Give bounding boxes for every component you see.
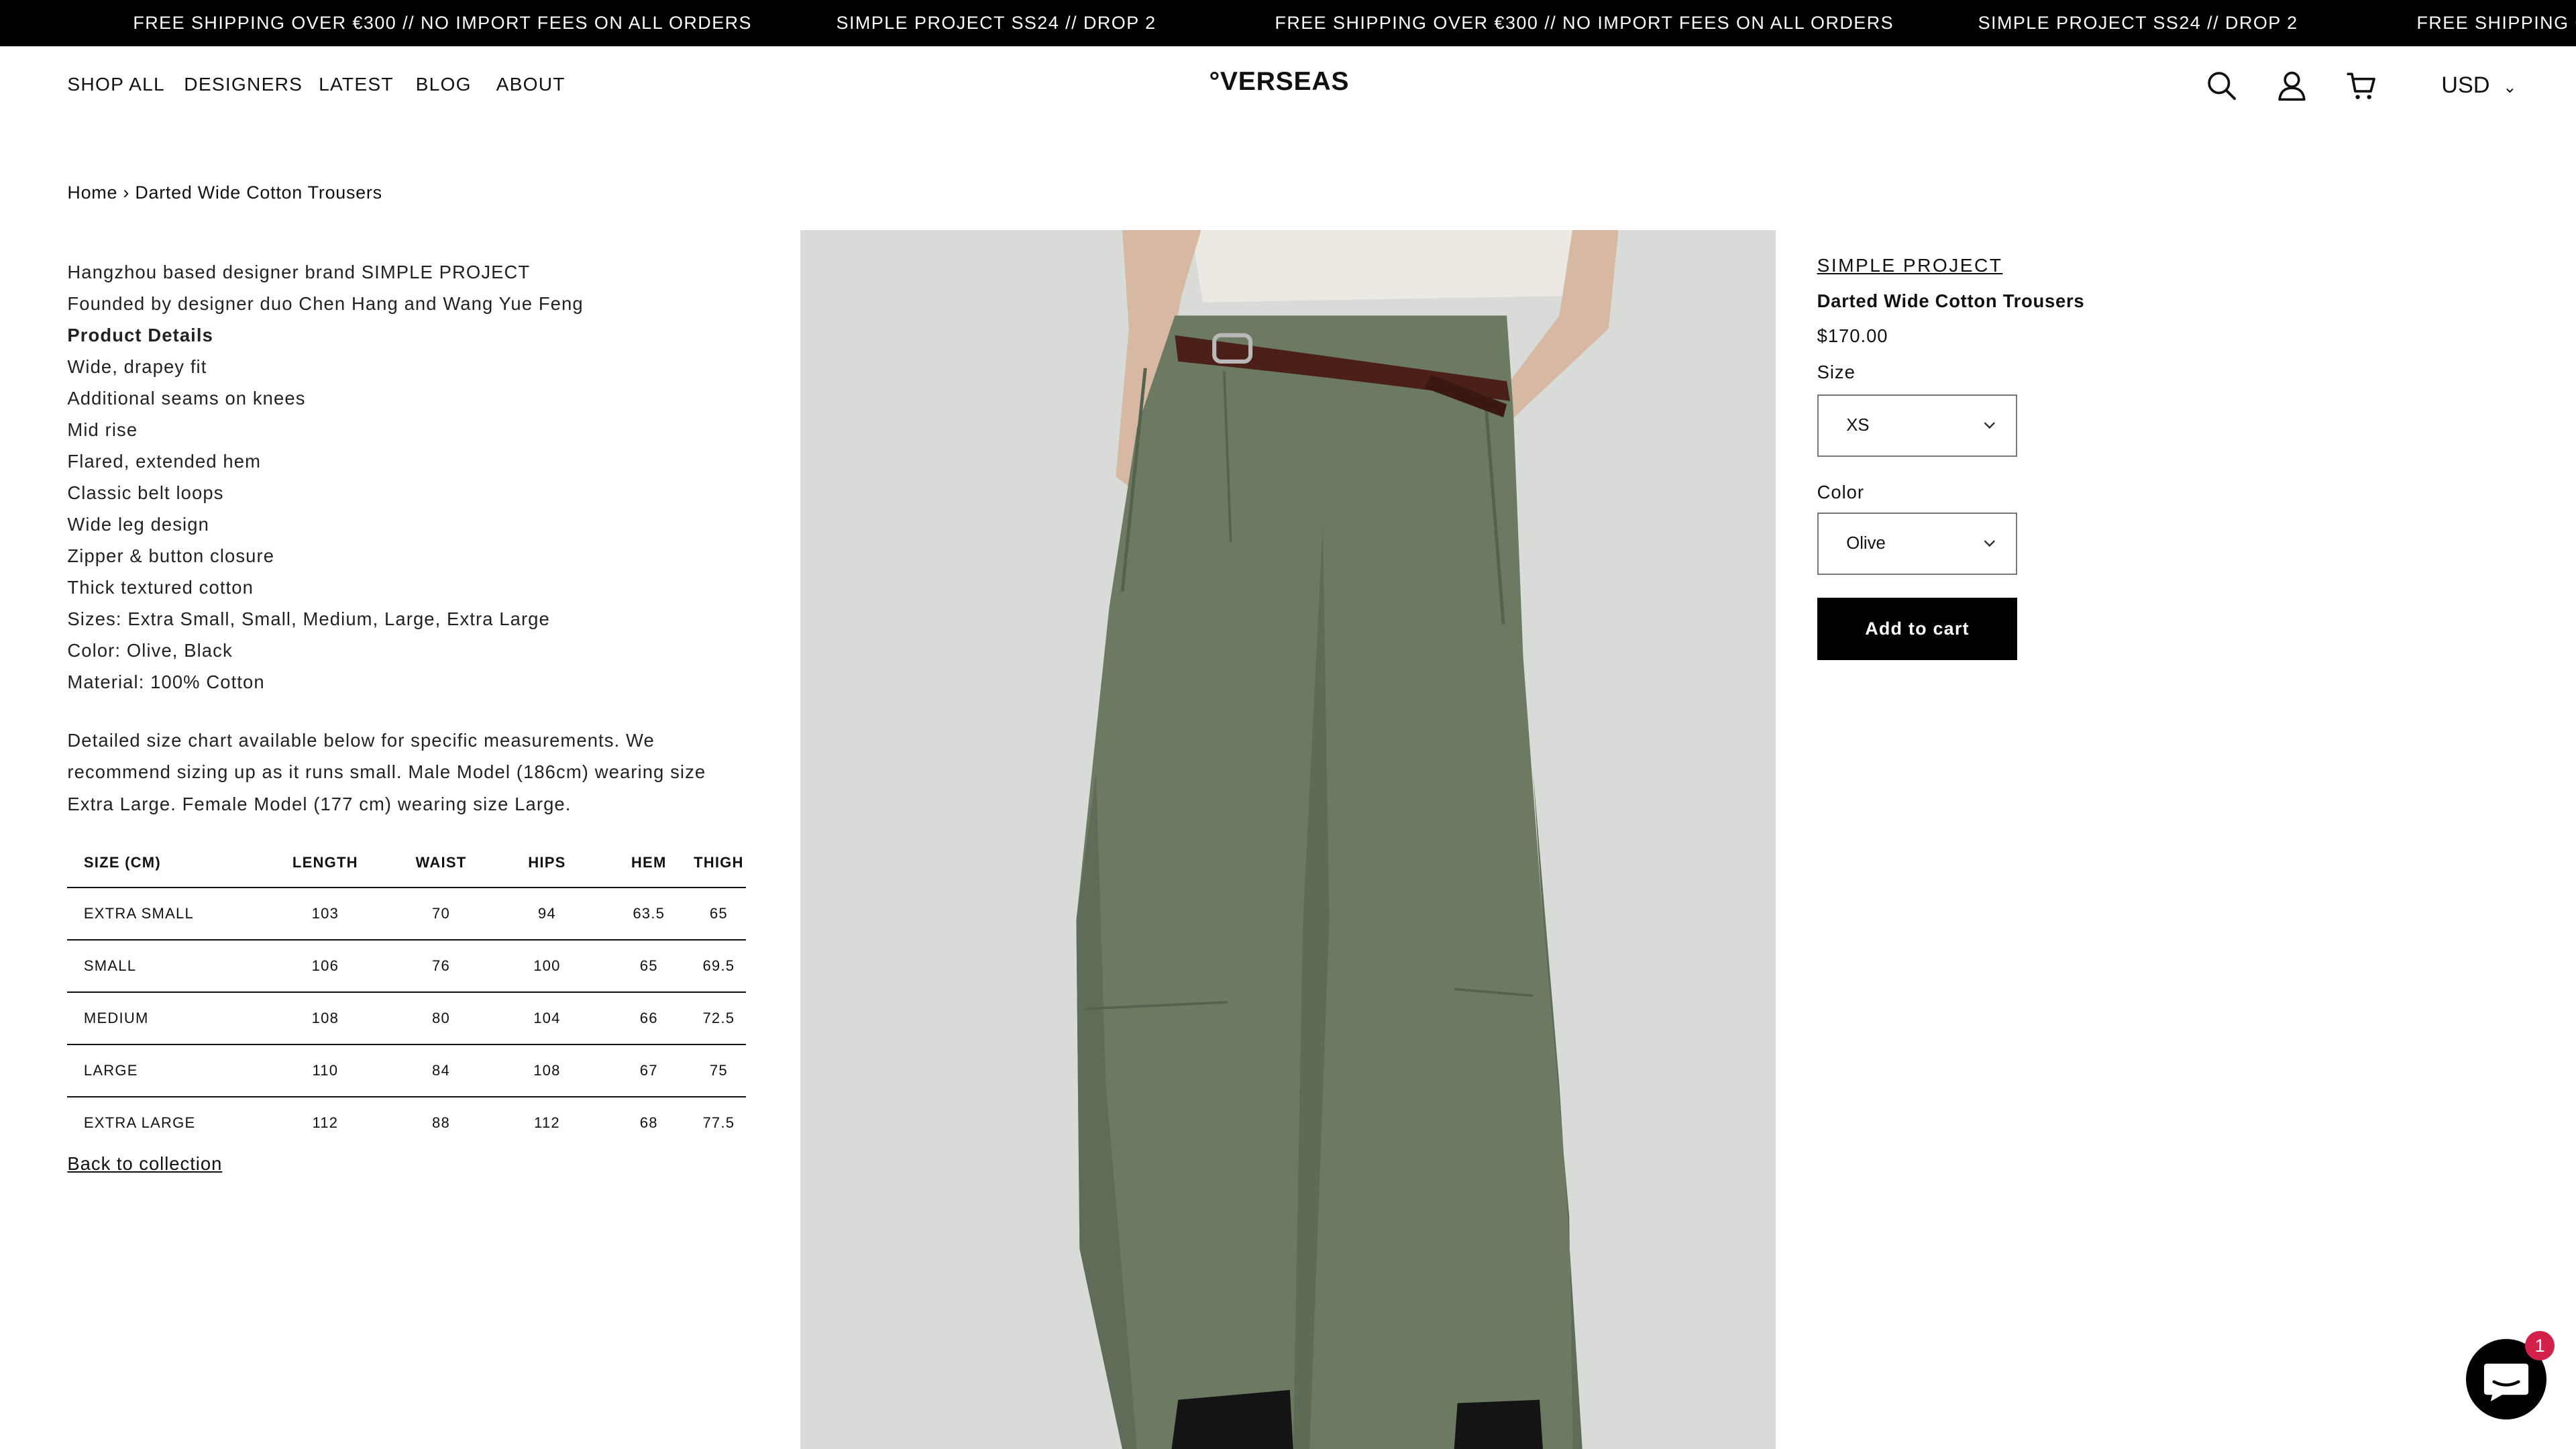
table-header: HEM [606,837,692,889]
table-cell: MEDIUM [67,992,257,1046]
table-cell: 84 [394,1044,488,1097]
size-select[interactable]: XS [1817,394,2018,457]
product-description: Hangzhou based designer brand SIMPLE PRO… [67,256,757,698]
table-cell: 63.5 [606,888,692,941]
cart-icon[interactable] [2345,69,2377,102]
description-line: Classic belt loops [67,482,224,504]
size-note: Detailed size chart available below for … [67,730,706,814]
table-cell: 103 [256,888,394,941]
table-cell: 110 [256,1044,394,1097]
description-line: Zipper & button closure [67,545,275,567]
chevron-down-icon [1984,540,1996,547]
size-select-value: XS [1846,415,1870,435]
product-brand-link[interactable]: SIMPLE PROJECT [1817,255,2003,276]
nav-latest[interactable]: LATEST [319,74,394,95]
table-cell: EXTRA LARGE [83,1114,196,1131]
table-cell: 94 [488,888,606,941]
announcement-item: SIMPLE PROJECT SS24 // DROP 2 [1978,13,2298,33]
description-line: Material: 100% Cotton [67,672,265,693]
breadcrumb-current: Darted Wide Cotton Trousers [135,182,382,203]
color-select[interactable]: Olive [1817,513,2018,576]
table-header: HIPS [488,837,606,889]
description-line: Hangzhou based designer brand SIMPLE PRO… [67,262,531,283]
table-cell: EXTRA SMALL [67,888,257,941]
table-header: THIGH [691,837,746,889]
table-cell: 68 [639,1114,658,1131]
table-row: EXTRA SMALL 103 70 94 63.5 65 [67,888,746,941]
table-cell: 108 [488,1044,606,1097]
description-line: Wide, drapey fit [67,356,207,378]
product-title: Darted Wide Cotton Trousers [1817,290,2085,312]
table-cell: 75 [691,1044,746,1097]
table-cell: 88 [432,1114,450,1131]
table-cell: LARGE [67,1044,257,1097]
table-cell: 67 [606,1044,692,1097]
table-row: SMALL 106 76 100 65 69.5 [67,940,746,994]
chevron-down-icon: ⌄ [2503,78,2517,97]
table-cell: 100 [488,940,606,994]
nav-blog[interactable]: BLOG [416,74,472,95]
breadcrumb: Home › Darted Wide Cotton Trousers [67,182,382,203]
announcement-item: SIMPLE PROJECT SS24 // DROP 2 [836,13,1157,33]
size-label: Size [1817,361,1856,382]
table-cell: 80 [394,992,488,1046]
table-cell: 112 [534,1114,560,1131]
site-logo[interactable]: °VERSEAS [1209,67,1349,97]
chat-unread-badge: 1 [2525,1330,2555,1360]
table-cell: 76 [394,940,488,994]
description-line: Thick textured cotton [67,577,254,598]
table-row: EXTRA LARGE 112 88 112 68 77.5 [67,1097,745,1148]
nav-shop-all[interactable]: SHOP ALL [67,74,164,95]
description-line: Additional seams on knees [67,388,306,409]
table-cell: 112 [312,1114,339,1131]
table-header: LENGTH [256,837,394,889]
product-price: $170.00 [1817,325,1888,346]
table-cell: 106 [256,940,394,994]
account-icon[interactable] [2275,69,2308,102]
size-chart-table: SIZE (CM) LENGTH WAIST HIPS HEM THIGH EX… [67,837,746,1148]
add-to-cart-button[interactable]: Add to cart [1817,598,2018,661]
currency-selector[interactable]: USD ⌄ [2441,72,2516,99]
table-header-row: SIZE (CM) LENGTH WAIST HIPS HEM THIGH [67,837,746,889]
currency-label: USD [2441,72,2490,98]
description-line: Color: Olive, Black [67,640,233,661]
trousers-illustration [800,229,1776,1449]
nav-designers[interactable]: DESIGNERS [184,74,303,95]
table-cell: 65 [691,888,746,941]
chevron-down-icon [1984,422,1996,429]
table-cell: 108 [256,992,394,1046]
color-label: Color [1817,481,1864,502]
table-cell: 66 [606,992,692,1046]
table-cell: 65 [606,940,692,994]
description-line: Flared, extended hem [67,451,262,472]
table-cell: SMALL [67,940,257,994]
table-cell: 72.5 [691,992,746,1046]
table-cell: 104 [488,992,606,1046]
table-cell: 70 [394,888,488,941]
announcement-item: FREE SHIPPING OV [2416,13,2576,33]
description-line: Sizes: Extra Small, Small, Medium, Large… [67,608,550,630]
table-header: SIZE (CM) [67,837,257,889]
description-line: Founded by designer duo Chen Hang and Wa… [67,293,584,315]
table-cell: 69.5 [691,940,746,994]
table-row: MEDIUM 108 80 104 66 72.5 [67,992,746,1046]
description-line: Mid rise [67,419,138,441]
color-select-value: Olive [1846,534,1886,553]
table-cell: 77.5 [702,1114,735,1131]
back-to-collection-link[interactable]: Back to collection [67,1153,222,1175]
announcement-item: FREE SHIPPING OVER €300 // NO IMPORT FEE… [133,13,752,33]
description-heading: Product Details [67,325,213,346]
breadcrumb-separator: › [123,182,130,203]
search-icon[interactable] [2205,69,2238,102]
table-header: WAIST [394,837,488,889]
nav-about[interactable]: ABOUT [496,74,566,95]
breadcrumb-home[interactable]: Home [67,182,117,203]
product-image[interactable] [800,229,1776,1449]
description-line: Wide leg design [67,514,209,535]
table-row: LARGE 110 84 108 67 75 [67,1044,746,1097]
announcement-bar: FREE SHIPPING OVER €300 // NO IMPORT FEE… [0,0,2576,46]
announcement-item: FREE SHIPPING OVER €300 // NO IMPORT FEE… [1275,13,1894,33]
